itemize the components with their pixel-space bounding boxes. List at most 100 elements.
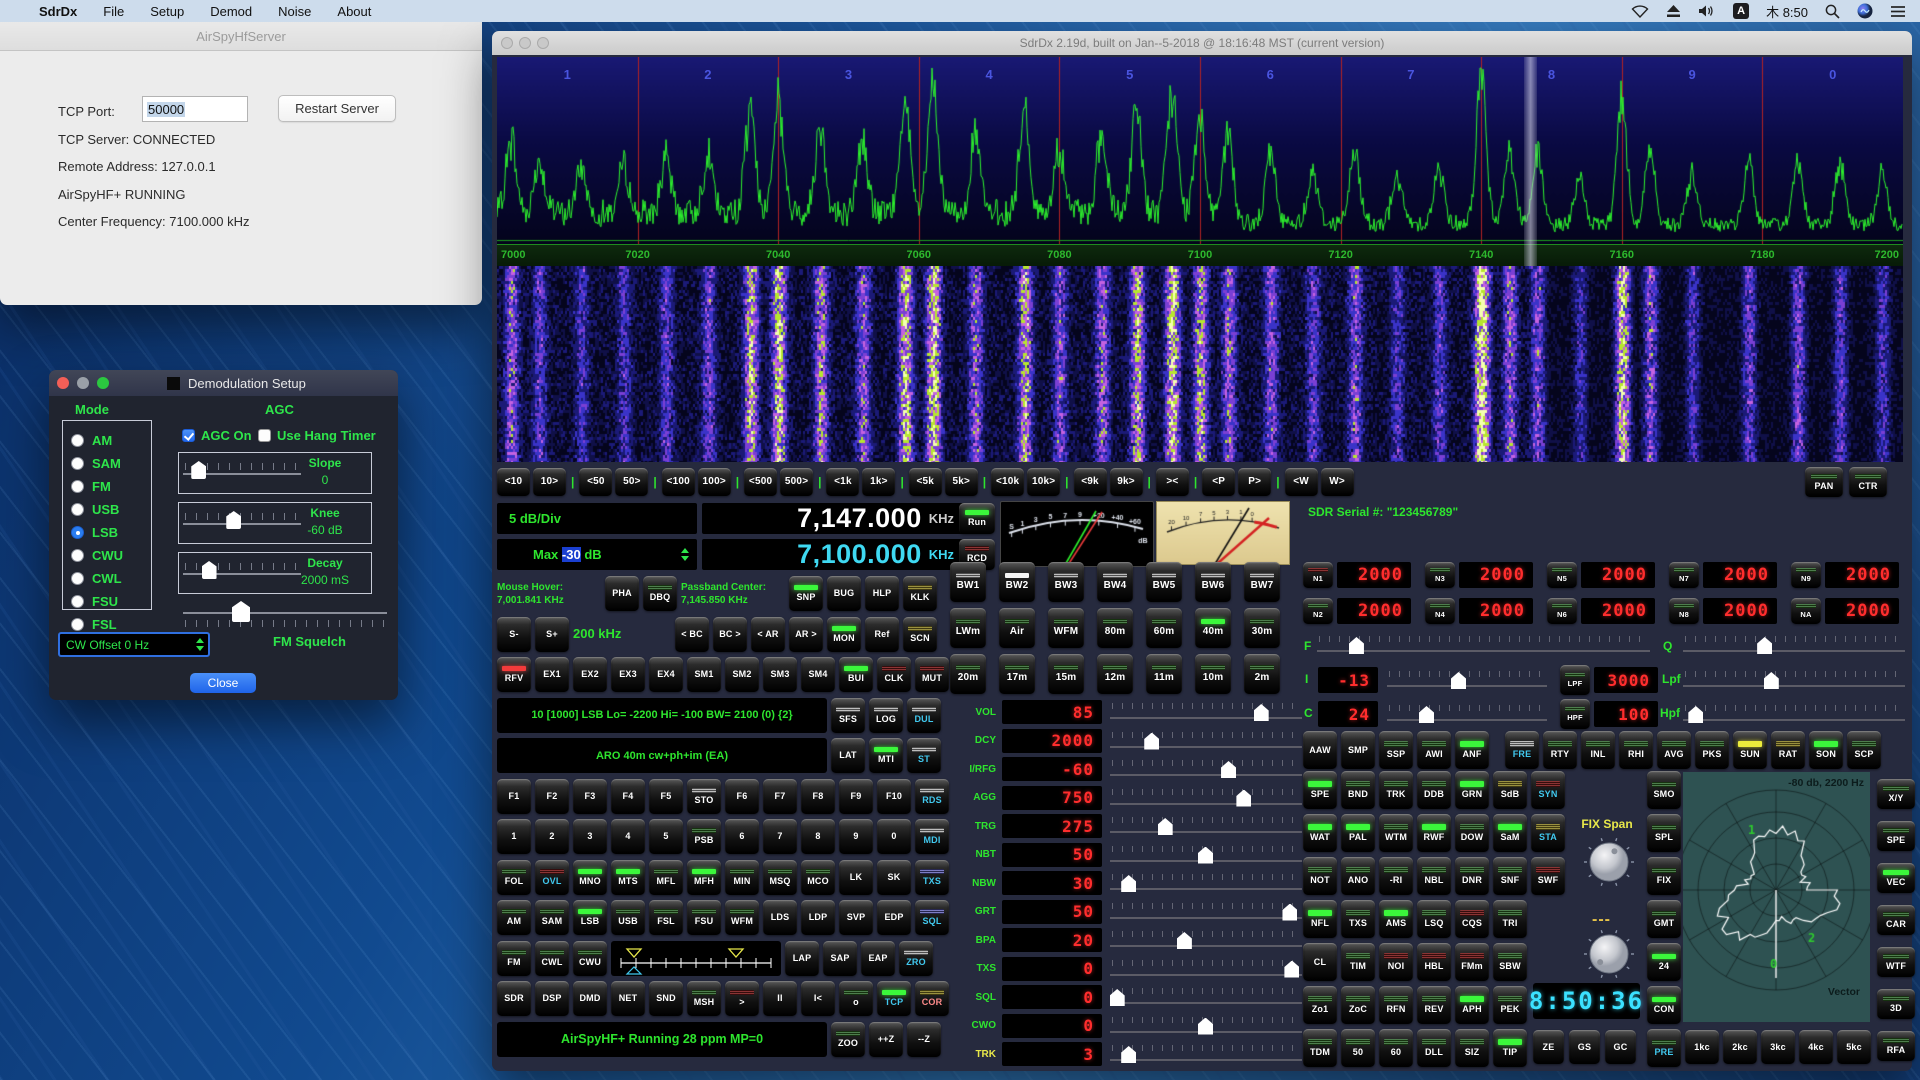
- passband-scale-widget[interactable]: [611, 941, 781, 976]
- btn-2kc[interactable]: 2kc: [1723, 1030, 1757, 1064]
- slider-thumb[interactable]: [1451, 672, 1466, 689]
- lpf-button[interactable]: LPF: [1560, 665, 1590, 695]
- btn-smo[interactable]: SMO: [1647, 771, 1681, 809]
- btn-mdi[interactable]: MDI: [915, 819, 949, 854]
- txs-slider[interactable]: [1110, 957, 1302, 981]
- restart-server-button[interactable]: Restart Server: [278, 95, 396, 122]
- btn-gmt[interactable]: GMT: [1647, 900, 1681, 938]
- btn-sdb[interactable]: SdB: [1493, 771, 1527, 809]
- btn-fre[interactable]: FRE: [1505, 731, 1539, 769]
- btn-ams[interactable]: AMS: [1379, 900, 1413, 938]
- btn-wtf[interactable]: WTF: [1877, 947, 1915, 977]
- trg-slider[interactable]: [1110, 814, 1302, 838]
- btn-tip[interactable]: TIP: [1493, 1029, 1527, 1067]
- btn-pks[interactable]: PKS: [1695, 731, 1729, 769]
- btn-mon[interactable]: MON: [827, 617, 861, 652]
- slider-thumb[interactable]: [1177, 932, 1192, 949]
- btn-msq[interactable]: MSQ: [763, 860, 797, 895]
- btn-o[interactable]: o: [839, 981, 873, 1016]
- btn-mco[interactable]: MCO: [801, 860, 835, 895]
- btn-vec[interactable]: VEC: [1877, 863, 1915, 893]
- btn-hbl[interactable]: HBL: [1417, 943, 1451, 981]
- btn-spl[interactable]: SPL: [1647, 814, 1681, 852]
- bpa-slider[interactable]: [1110, 928, 1302, 952]
- btn-ssp[interactable]: SSP: [1379, 731, 1413, 769]
- btn-min[interactable]: MIN: [725, 860, 759, 895]
- slider-thumb[interactable]: [1757, 637, 1772, 654]
- btn-bw4[interactable]: BW4: [1097, 562, 1133, 602]
- btn-f8[interactable]: F8: [801, 779, 835, 814]
- dcy-slider[interactable]: [1110, 729, 1302, 753]
- slope-slider[interactable]: [183, 459, 301, 481]
- btn-lat[interactable]: LAT: [831, 738, 865, 773]
- tune-knob[interactable]: [1582, 927, 1636, 986]
- btn-eap[interactable]: EAP: [861, 941, 895, 976]
- i-slider[interactable]: [1387, 668, 1547, 692]
- btn-rfv[interactable]: RFV: [497, 657, 531, 692]
- btn-9k[interactable]: 9k>: [1110, 468, 1143, 496]
- cw-offset-spinner[interactable]: [196, 638, 208, 651]
- max-db-spinner[interactable]: [681, 548, 697, 561]
- btn-con[interactable]: CON: [1647, 986, 1681, 1024]
- btn-8[interactable]: 8: [801, 819, 835, 854]
- btn-son[interactable]: SON: [1809, 731, 1843, 769]
- btn-smp[interactable]: SMP: [1341, 731, 1375, 769]
- btn-psb[interactable]: PSB: [687, 819, 721, 854]
- btn-f1[interactable]: F1: [497, 779, 531, 814]
- cwo-slider[interactable]: [1110, 1014, 1302, 1038]
- btn-hlp[interactable]: HLP: [865, 576, 899, 611]
- btn-i[interactable]: I<: [801, 981, 835, 1016]
- btn-dow[interactable]: DOW: [1455, 814, 1489, 852]
- btn-ar[interactable]: AR >: [789, 617, 823, 652]
- btn-lap[interactable]: LAP: [785, 941, 819, 976]
- btn-w[interactable]: W>: [1321, 468, 1354, 496]
- menu-about[interactable]: About: [324, 4, 384, 19]
- btn-am[interactable]: AM: [497, 900, 531, 935]
- btn-f5[interactable]: F5: [649, 779, 683, 814]
- btn-0[interactable]: 0: [877, 819, 911, 854]
- run-button[interactable]: Run: [959, 503, 995, 534]
- btn-2m[interactable]: 2m: [1244, 654, 1280, 694]
- btn-x-y[interactable]: X/Y: [1877, 779, 1915, 809]
- btn-rwf[interactable]: RWF: [1417, 814, 1451, 852]
- demod-close-button[interactable]: Close: [190, 673, 256, 693]
- mode-option-fm[interactable]: FM: [71, 477, 151, 495]
- btn-fsu[interactable]: FSU: [687, 900, 721, 935]
- mode-option-usb[interactable]: USB: [71, 500, 151, 518]
- btn-aaw[interactable]: AAW: [1303, 731, 1337, 769]
- btn-rat[interactable]: RAT: [1771, 731, 1805, 769]
- btn-17m[interactable]: 17m: [999, 654, 1035, 694]
- menu-setup[interactable]: Setup: [137, 4, 197, 19]
- btn-10[interactable]: 10>: [533, 468, 566, 496]
- btn-cl[interactable]: CL: [1303, 943, 1337, 981]
- close-traffic-light[interactable]: [57, 377, 69, 389]
- radio-fsu[interactable]: [71, 595, 84, 608]
- btn-4kc[interactable]: 4kc: [1799, 1030, 1833, 1064]
- btn-wfm[interactable]: WFM: [725, 900, 759, 935]
- radio-cwl[interactable]: [71, 572, 84, 585]
- airspy-titlebar[interactable]: AirSpyHfServer: [0, 22, 482, 51]
- btn-10k[interactable]: <10k: [991, 468, 1024, 496]
- btn-dmd[interactable]: DMD: [573, 981, 607, 1016]
- btn-ex4[interactable]: EX4: [649, 657, 683, 692]
- btn-4[interactable]: 4: [611, 819, 645, 854]
- btn-bw2[interactable]: BW2: [999, 562, 1035, 602]
- btn-avg[interactable]: AVG: [1657, 731, 1691, 769]
- btn-10k[interactable]: 10k>: [1027, 468, 1060, 496]
- btn-5k[interactable]: <5k: [909, 468, 942, 496]
- btn-not[interactable]: NOT: [1303, 857, 1337, 895]
- btn-ex3[interactable]: EX3: [611, 657, 645, 692]
- btn-ano[interactable]: ANO: [1341, 857, 1375, 895]
- btn-500[interactable]: 500>: [780, 468, 813, 496]
- btn-net[interactable]: NET: [611, 981, 645, 1016]
- btn-100[interactable]: 100>: [698, 468, 731, 496]
- btn-sql[interactable]: SQL: [915, 900, 949, 935]
- btn-100[interactable]: <100: [662, 468, 695, 496]
- btn-f9[interactable]: F9: [839, 779, 873, 814]
- btn-12m[interactable]: 12m: [1097, 654, 1133, 694]
- btn-5[interactable]: 5: [649, 819, 683, 854]
- mode-option-sam[interactable]: SAM: [71, 454, 151, 472]
- btn-f6[interactable]: F6: [725, 779, 759, 814]
- tcp-port-input[interactable]: 50000: [142, 96, 248, 122]
- btn-car[interactable]: CAR: [1877, 905, 1915, 935]
